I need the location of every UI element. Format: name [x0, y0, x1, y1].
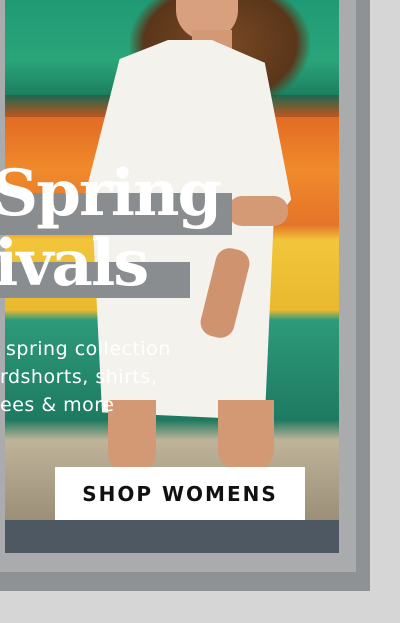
model-leg-right	[218, 400, 274, 470]
model-arm	[228, 196, 288, 226]
subtext-line-2: rdshorts, shirts,	[0, 366, 158, 388]
shop-womens-button[interactable]: SHOP WOMENS	[55, 467, 305, 520]
subtext-line-3: ees & more	[0, 394, 115, 416]
headline-line-1: Spring	[0, 156, 222, 231]
pier-strip	[5, 520, 339, 553]
subtext-line-1: spring collection	[6, 338, 171, 360]
headline-line-2: ivals	[0, 226, 149, 301]
model-leg-left	[108, 400, 156, 470]
